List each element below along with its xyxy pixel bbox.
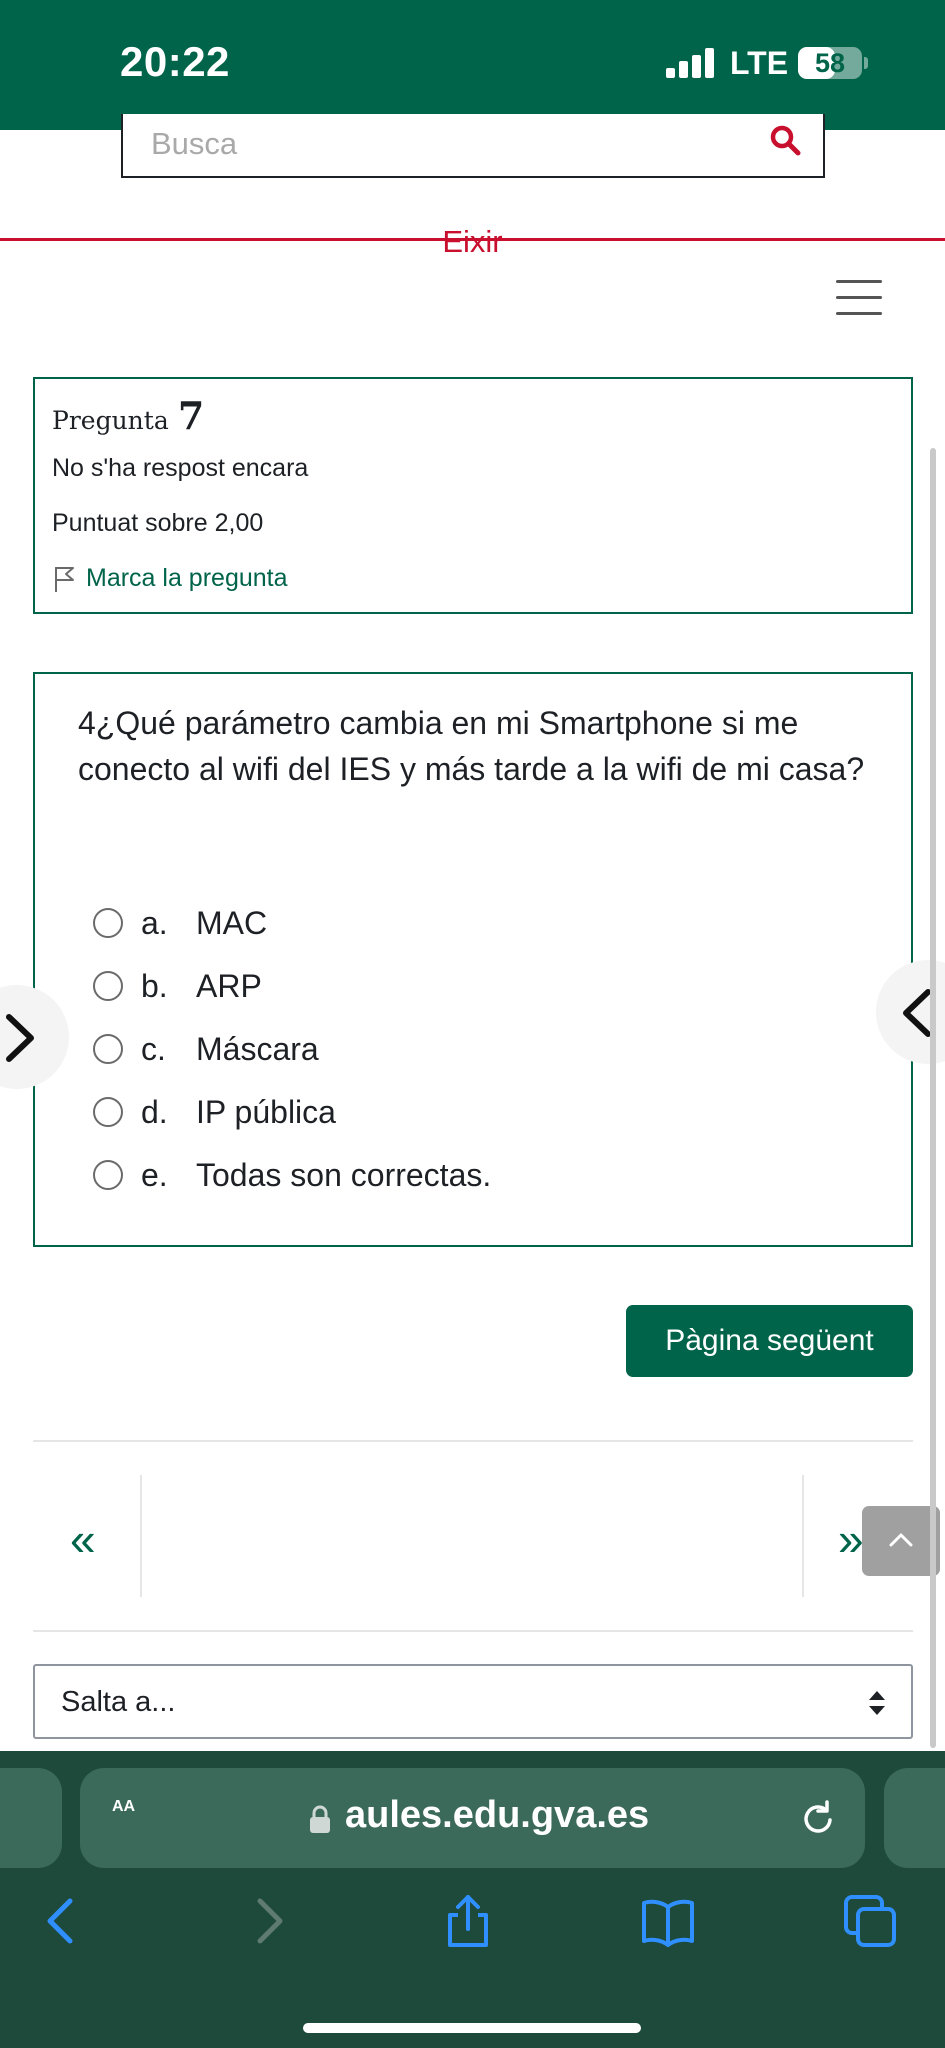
- flag-icon: [55, 566, 74, 592]
- answer-option-b[interactable]: b. ARP: [93, 961, 262, 1011]
- status-time: 20:22: [120, 38, 230, 85]
- radio-button[interactable]: [93, 971, 123, 1001]
- option-text: MAC: [196, 904, 268, 941]
- flag-question-label: Marca la pregunta: [86, 564, 288, 592]
- answer-option-c[interactable]: c. Máscara: [93, 1024, 319, 1074]
- option-text: Todas son correctas.: [196, 1156, 492, 1193]
- chevron-up-icon: [889, 1533, 913, 1547]
- tabs-icon[interactable]: [842, 1893, 898, 1949]
- page-scrollbar[interactable]: [930, 448, 936, 1748]
- question-info: Pregunta 7 No s'ha respost encara Puntua…: [33, 377, 913, 614]
- next-activity-link[interactable]: »: [838, 1512, 864, 1566]
- battery-nub: [864, 57, 868, 69]
- text-size-label: AA: [112, 1798, 136, 1815]
- answer-option-e[interactable]: e. Todas son correctas.: [93, 1150, 491, 1200]
- question-heading: Pregunta 7: [52, 393, 204, 438]
- battery-level: 58: [814, 48, 846, 78]
- question-grade: Puntuat sobre 2,00: [52, 509, 264, 537]
- lock-icon: [310, 1805, 330, 1833]
- option-text: Máscara: [196, 1030, 319, 1067]
- share-icon[interactable]: [440, 1893, 496, 1949]
- jump-to-label: Salta a...: [61, 1686, 176, 1718]
- url-text: aules.edu.gva.es: [345, 1794, 650, 1836]
- nav-separator: [802, 1475, 804, 1597]
- select-arrows-icon: [869, 1691, 885, 1715]
- search-icon[interactable]: [769, 124, 801, 156]
- nav-separator: [140, 1475, 142, 1597]
- exit-link[interactable]: Eixir: [400, 224, 545, 260]
- cellular-signal-icon: [666, 48, 716, 78]
- option-text: IP pública: [196, 1093, 336, 1130]
- previous-activity-link[interactable]: «: [70, 1512, 96, 1566]
- radio-button[interactable]: [93, 908, 123, 938]
- question-number: 7: [177, 393, 205, 438]
- back-to-top-button[interactable]: [862, 1506, 940, 1576]
- search-box[interactable]: Busca: [121, 114, 825, 178]
- browser-toolbar: AA aules.edu.gva.es: [0, 1751, 945, 2048]
- search-input[interactable]: Busca: [151, 126, 237, 162]
- flag-question-link[interactable]: Marca la pregunta: [52, 564, 288, 593]
- hamburger-menu-icon[interactable]: [836, 280, 882, 316]
- radio-button[interactable]: [93, 1160, 123, 1190]
- answer-option-d[interactable]: d. IP pública: [93, 1087, 336, 1137]
- question-text: 4¿Qué parámetro cambia en mi Smartphone …: [78, 705, 865, 787]
- bookmarks-icon[interactable]: [640, 1893, 696, 1949]
- option-letter: b.: [141, 967, 168, 1004]
- radio-button[interactable]: [93, 1097, 123, 1127]
- battery-icon: 58: [798, 47, 862, 79]
- answer-option-a[interactable]: a. MAC: [93, 898, 267, 948]
- option-letter: c.: [141, 1030, 166, 1067]
- option-letter: d.: [141, 1093, 168, 1130]
- previous-tab-preview[interactable]: [0, 1768, 62, 1868]
- question-label: Pregunta: [52, 406, 169, 435]
- option-text: ARP: [196, 967, 262, 1004]
- option-letter: a.: [141, 904, 168, 941]
- question-content: 4¿Qué parámetro cambia en mi Smartphone …: [33, 672, 913, 1247]
- question-state: No s'ha respost encara: [52, 454, 309, 482]
- text-size-button[interactable]: AA: [112, 1798, 135, 1816]
- option-letter: e.: [141, 1156, 168, 1193]
- radio-button[interactable]: [93, 1034, 123, 1064]
- back-arrow-icon[interactable]: [34, 1893, 90, 1949]
- chevron-left-icon: [903, 989, 931, 1037]
- status-bar: 20:22 LTE 58: [0, 0, 945, 130]
- next-tab-preview[interactable]: [884, 1768, 945, 1868]
- chevron-right-icon: [6, 1014, 34, 1062]
- address-bar[interactable]: AA aules.edu.gva.es: [80, 1768, 865, 1868]
- reload-icon[interactable]: [798, 1798, 838, 1838]
- jump-to-select[interactable]: Salta a...: [33, 1664, 913, 1739]
- home-indicator: [303, 2023, 641, 2033]
- network-type: LTE: [730, 45, 789, 81]
- forward-arrow-icon[interactable]: [240, 1893, 296, 1949]
- next-page-button[interactable]: Pàgina següent: [626, 1305, 913, 1377]
- divider: [33, 1440, 913, 1442]
- divider: [33, 1630, 913, 1632]
